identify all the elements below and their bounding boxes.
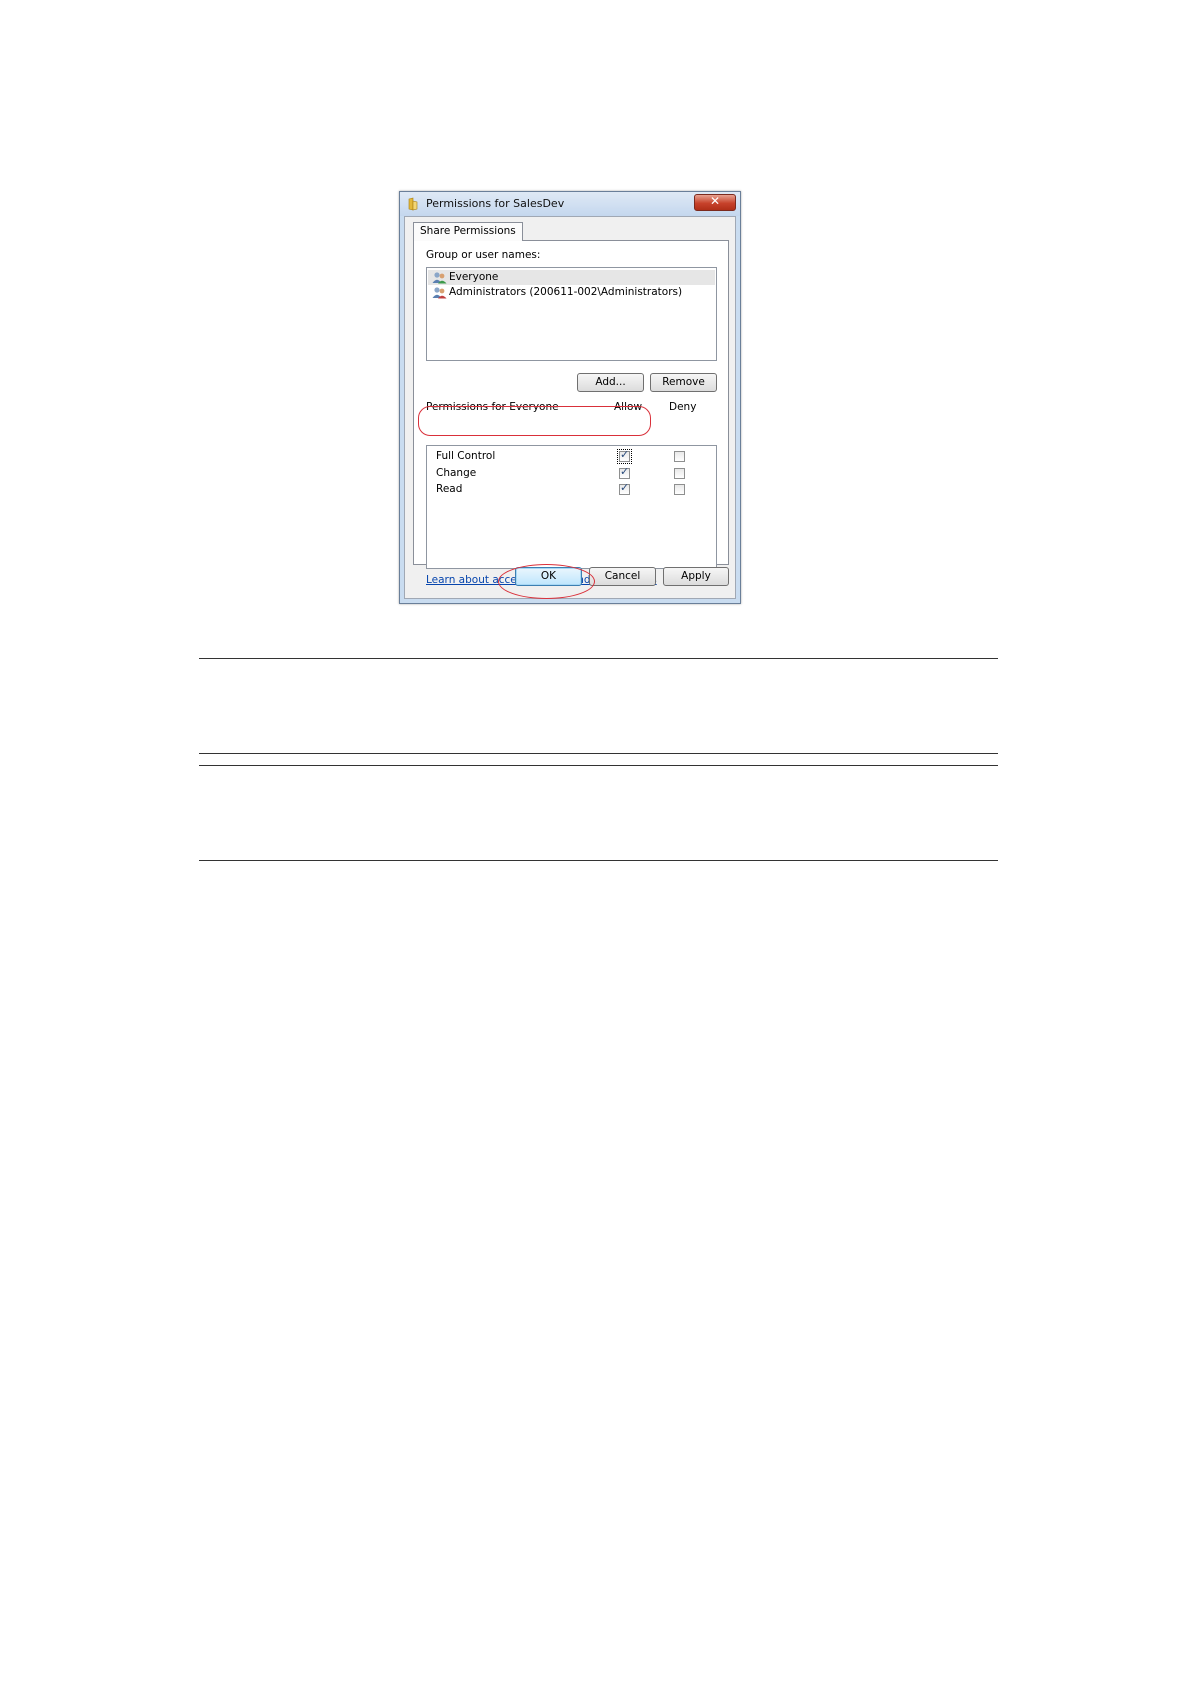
apply-button[interactable]: Apply	[663, 567, 729, 586]
list-item-administrators[interactable]: Administrators (200611-002\Administrator…	[428, 285, 715, 300]
close-icon: ✕	[709, 194, 721, 208]
title-bar[interactable]: Permissions for SalesDev ✕	[400, 192, 740, 216]
user-list[interactable]: Everyone Administrators (200611-002\Admi…	[426, 267, 717, 361]
permissions-list: Full Control ✓ Change ✓ Read ✓	[426, 445, 717, 569]
group-names-label: Group or user names:	[426, 249, 541, 261]
checkmark-icon: ✓	[620, 481, 630, 494]
tab-share-permissions[interactable]: Share Permissions	[413, 222, 523, 241]
deny-read-checkbox[interactable]	[674, 484, 685, 495]
horizontal-rule	[199, 753, 998, 754]
ok-button[interactable]: OK	[515, 567, 582, 586]
list-item-everyone[interactable]: Everyone	[428, 270, 715, 285]
horizontal-rule	[199, 765, 998, 766]
permission-name-change: Change	[436, 467, 477, 479]
horizontal-rule	[199, 658, 998, 659]
allow-read-checkbox[interactable]: ✓	[619, 481, 630, 495]
user-name: Everyone	[449, 271, 499, 283]
close-button[interactable]: ✕	[694, 194, 736, 211]
deny-header: Deny	[669, 401, 697, 413]
permission-name-read: Read	[436, 483, 463, 495]
dialog-client-area: Share Permissions Group or user names: E…	[404, 216, 736, 599]
share-permissions-panel: Group or user names: Everyone Administra…	[413, 240, 729, 586]
allow-full-control-checkbox[interactable]: ✓	[617, 448, 632, 464]
allow-change-checkbox[interactable]: ✓	[619, 465, 630, 479]
remove-button[interactable]: Remove	[650, 373, 717, 392]
add-button[interactable]: Add...	[577, 373, 644, 392]
user-group-icon	[432, 272, 447, 284]
dialog-title: Permissions for SalesDev	[426, 197, 565, 210]
user-group-icon	[432, 287, 447, 299]
deny-full-control-checkbox[interactable]	[674, 451, 685, 462]
permission-name-full-control: Full Control	[436, 450, 496, 462]
allow-header: Allow	[614, 401, 643, 413]
permissions-label: Permissions for Everyone	[426, 401, 559, 413]
horizontal-rule	[199, 860, 998, 861]
checkmark-icon: ✓	[620, 448, 630, 461]
shared-folder-icon	[408, 197, 418, 211]
cancel-button[interactable]: Cancel	[589, 567, 656, 586]
user-name: Administrators (200611-002\Administrator…	[449, 286, 683, 298]
permissions-dialog: Permissions for SalesDev ✕ Share Permiss…	[399, 191, 741, 604]
deny-change-checkbox[interactable]	[674, 468, 685, 479]
checkmark-icon: ✓	[620, 465, 630, 478]
